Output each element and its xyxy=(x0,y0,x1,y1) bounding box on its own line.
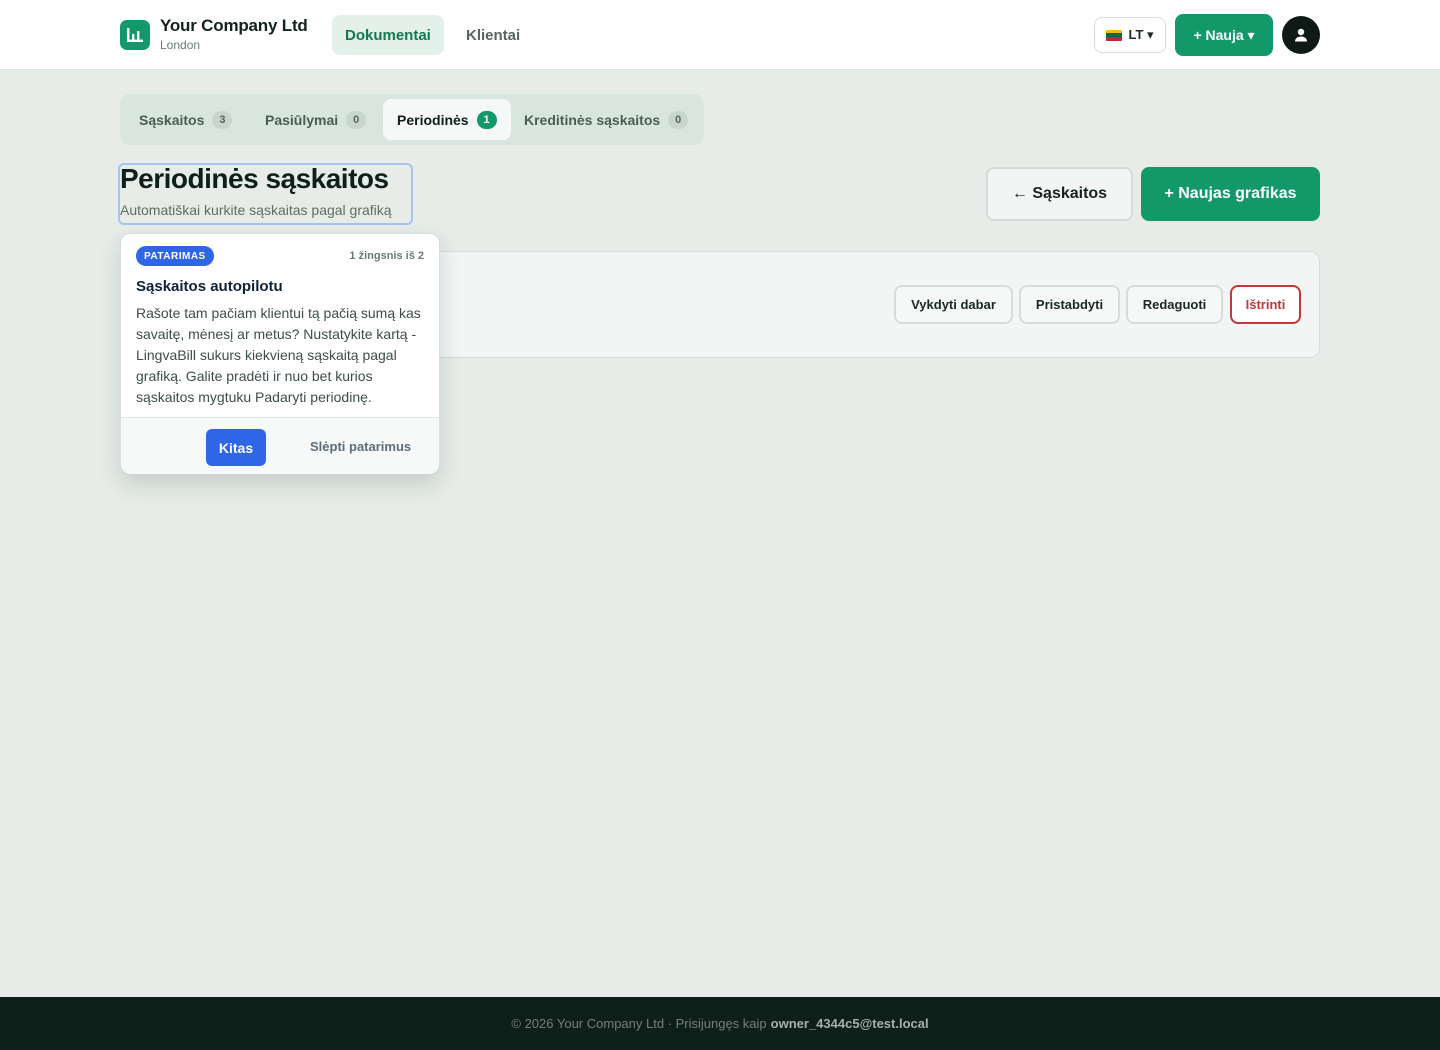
tab-credit-notes[interactable]: Kreditinės sąskaitos 0 xyxy=(510,99,702,140)
run-now-button[interactable]: Vykdyti dabar xyxy=(894,285,1013,324)
tab-recurring[interactable]: Periodinės 1 xyxy=(383,99,511,140)
pause-button[interactable]: Pristabdyti xyxy=(1019,285,1120,324)
tab-count-badge: 1 xyxy=(476,110,497,129)
nav-documents[interactable]: Dokumentai xyxy=(332,15,444,55)
onboarding-tip-popover: PATARIMAS 1 žingsnis iš 2 Sąskaitos auto… xyxy=(120,233,440,474)
top-navbar: Your Company Ltd London Dokumentai Klien… xyxy=(0,0,1440,70)
edit-button[interactable]: Redaguoti xyxy=(1126,285,1223,324)
tip-badge: PATARIMAS xyxy=(136,246,214,266)
language-selector[interactable]: LT ▾ xyxy=(1094,17,1166,53)
new-document-button[interactable]: + Nauja ▾ xyxy=(1175,14,1273,56)
company-city: London xyxy=(160,38,201,52)
tip-body: Rašote tam pačiam klientui tą pačią sumą… xyxy=(136,305,421,405)
lithuania-flag-icon xyxy=(1106,29,1123,41)
tab-count-badge: 0 xyxy=(668,110,689,129)
tip-step-counter: 1 žingsnis iš 2 xyxy=(349,250,424,262)
tab-count-badge: 0 xyxy=(346,110,367,129)
nav-clients[interactable]: Klientai xyxy=(453,15,533,55)
page-subtitle: Automatiškai kurkite sąskaitas pagal gra… xyxy=(120,202,392,218)
footer-text: © 2026 Your Company Ltd · Prisijungęs ka… xyxy=(511,1016,767,1031)
tab-proposals[interactable]: Pasiūlymai 0 xyxy=(251,99,380,140)
tab-invoices[interactable]: Sąskaitos 3 xyxy=(125,99,246,140)
tip-next-button[interactable]: Kitas xyxy=(206,429,266,466)
footer-user-email: owner_4344c5@test.local xyxy=(770,1016,929,1031)
new-schedule-button[interactable]: + Naujas grafikas xyxy=(1141,167,1320,221)
tab-label: Sąskaitos xyxy=(139,111,205,128)
hide-tips-button[interactable]: Slėpti patarimus xyxy=(310,439,411,454)
tip-title: Sąskaitos autopilotu xyxy=(136,278,283,295)
user-avatar[interactable] xyxy=(1282,16,1320,54)
document-type-tabs: Sąskaitos 3 Pasiūlymai 0 Periodinės 1 Kr… xyxy=(120,94,704,145)
company-name[interactable]: Your Company Ltd xyxy=(160,16,308,36)
company-logo-icon[interactable] xyxy=(120,20,150,50)
user-icon xyxy=(1295,28,1307,42)
page-title: Periodinės sąskaitos xyxy=(120,163,389,194)
delete-button[interactable]: Ištrinti xyxy=(1230,285,1301,324)
tip-footer: Kitas Slėpti patarimus xyxy=(121,417,439,474)
tab-label: Periodinės xyxy=(397,111,469,128)
page-footer: © 2026 Your Company Ltd · Prisijungęs ka… xyxy=(0,997,1440,1050)
tab-label: Kreditinės sąskaitos xyxy=(524,111,661,128)
back-to-invoices-button[interactable]: ← Sąskaitos xyxy=(986,167,1133,221)
language-label: LT ▾ xyxy=(1128,27,1154,42)
tab-count-badge: 3 xyxy=(212,110,233,129)
tab-label: Pasiūlymai xyxy=(265,111,339,128)
